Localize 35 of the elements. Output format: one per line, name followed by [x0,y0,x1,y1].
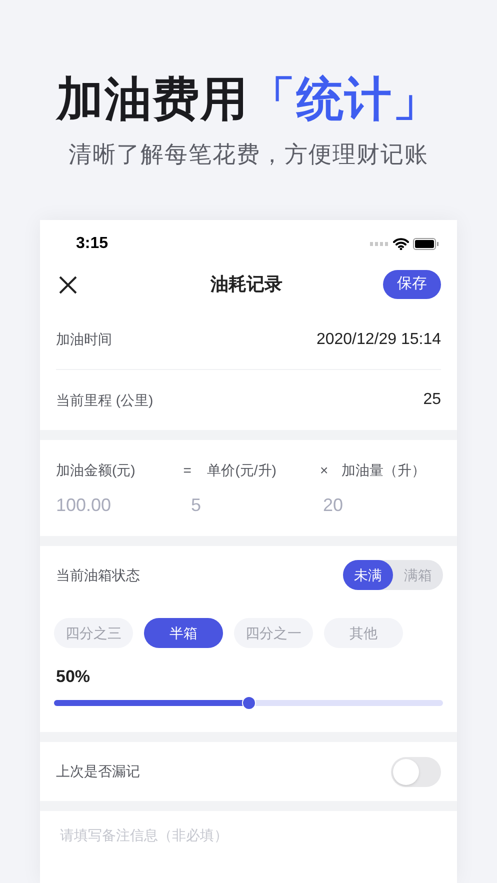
level-chip[interactable]: 四分之三 [54,618,133,648]
close-icon [59,276,77,294]
segment-tab[interactable]: 未满 [343,560,393,590]
level-reading: 50% [55,666,92,688]
segment-tab[interactable]: 满箱 [393,560,443,590]
level-chip[interactable]: 其他 [324,618,403,648]
field-value[interactable]: 25 [423,388,441,412]
amount-field[interactable]: 5 [191,494,202,515]
operator: = [182,460,192,480]
toggle-label: 上次是否漏记 [56,762,140,782]
level-chip[interactable]: 半箱 [144,618,223,648]
signal-icon [370,242,389,246]
status-time: 3:15 [76,234,108,254]
note-field[interactable]: 请填写备注信息（非必填） [60,824,437,875]
wifi-icon [393,238,409,250]
amount-field[interactable]: 20 [323,494,344,515]
slider-thumb[interactable] [242,696,256,710]
battery-icon [413,238,439,250]
headline: 加油费用 [56,75,248,122]
column-label: 加油金额(元) [56,460,136,480]
operator: × [319,460,330,480]
field-label: 当前里程 (公里) [56,390,154,410]
column-label: 加油量（升） [342,460,427,480]
subtitle: 清晰了解每笔花费，方便理财记账 [68,140,428,169]
column-label: 单价(元/升) [207,460,278,480]
tank-label: 当前油箱状态 [56,566,140,585]
screen-title: 油耗记录 [210,273,282,296]
save-button[interactable]: 保存 [383,270,441,300]
amount-field[interactable]: 100.00 [56,494,112,515]
headline-highlight: 「统计」 [248,75,440,122]
level-chip[interactable]: 四分之一 [234,618,313,648]
field-value[interactable]: 2020/12/29 15:14 [316,328,441,352]
field-label: 加油时间 [56,330,112,350]
segmented-control[interactable]: 未满 满箱 [343,560,443,590]
toggle-switch[interactable] [391,756,441,787]
